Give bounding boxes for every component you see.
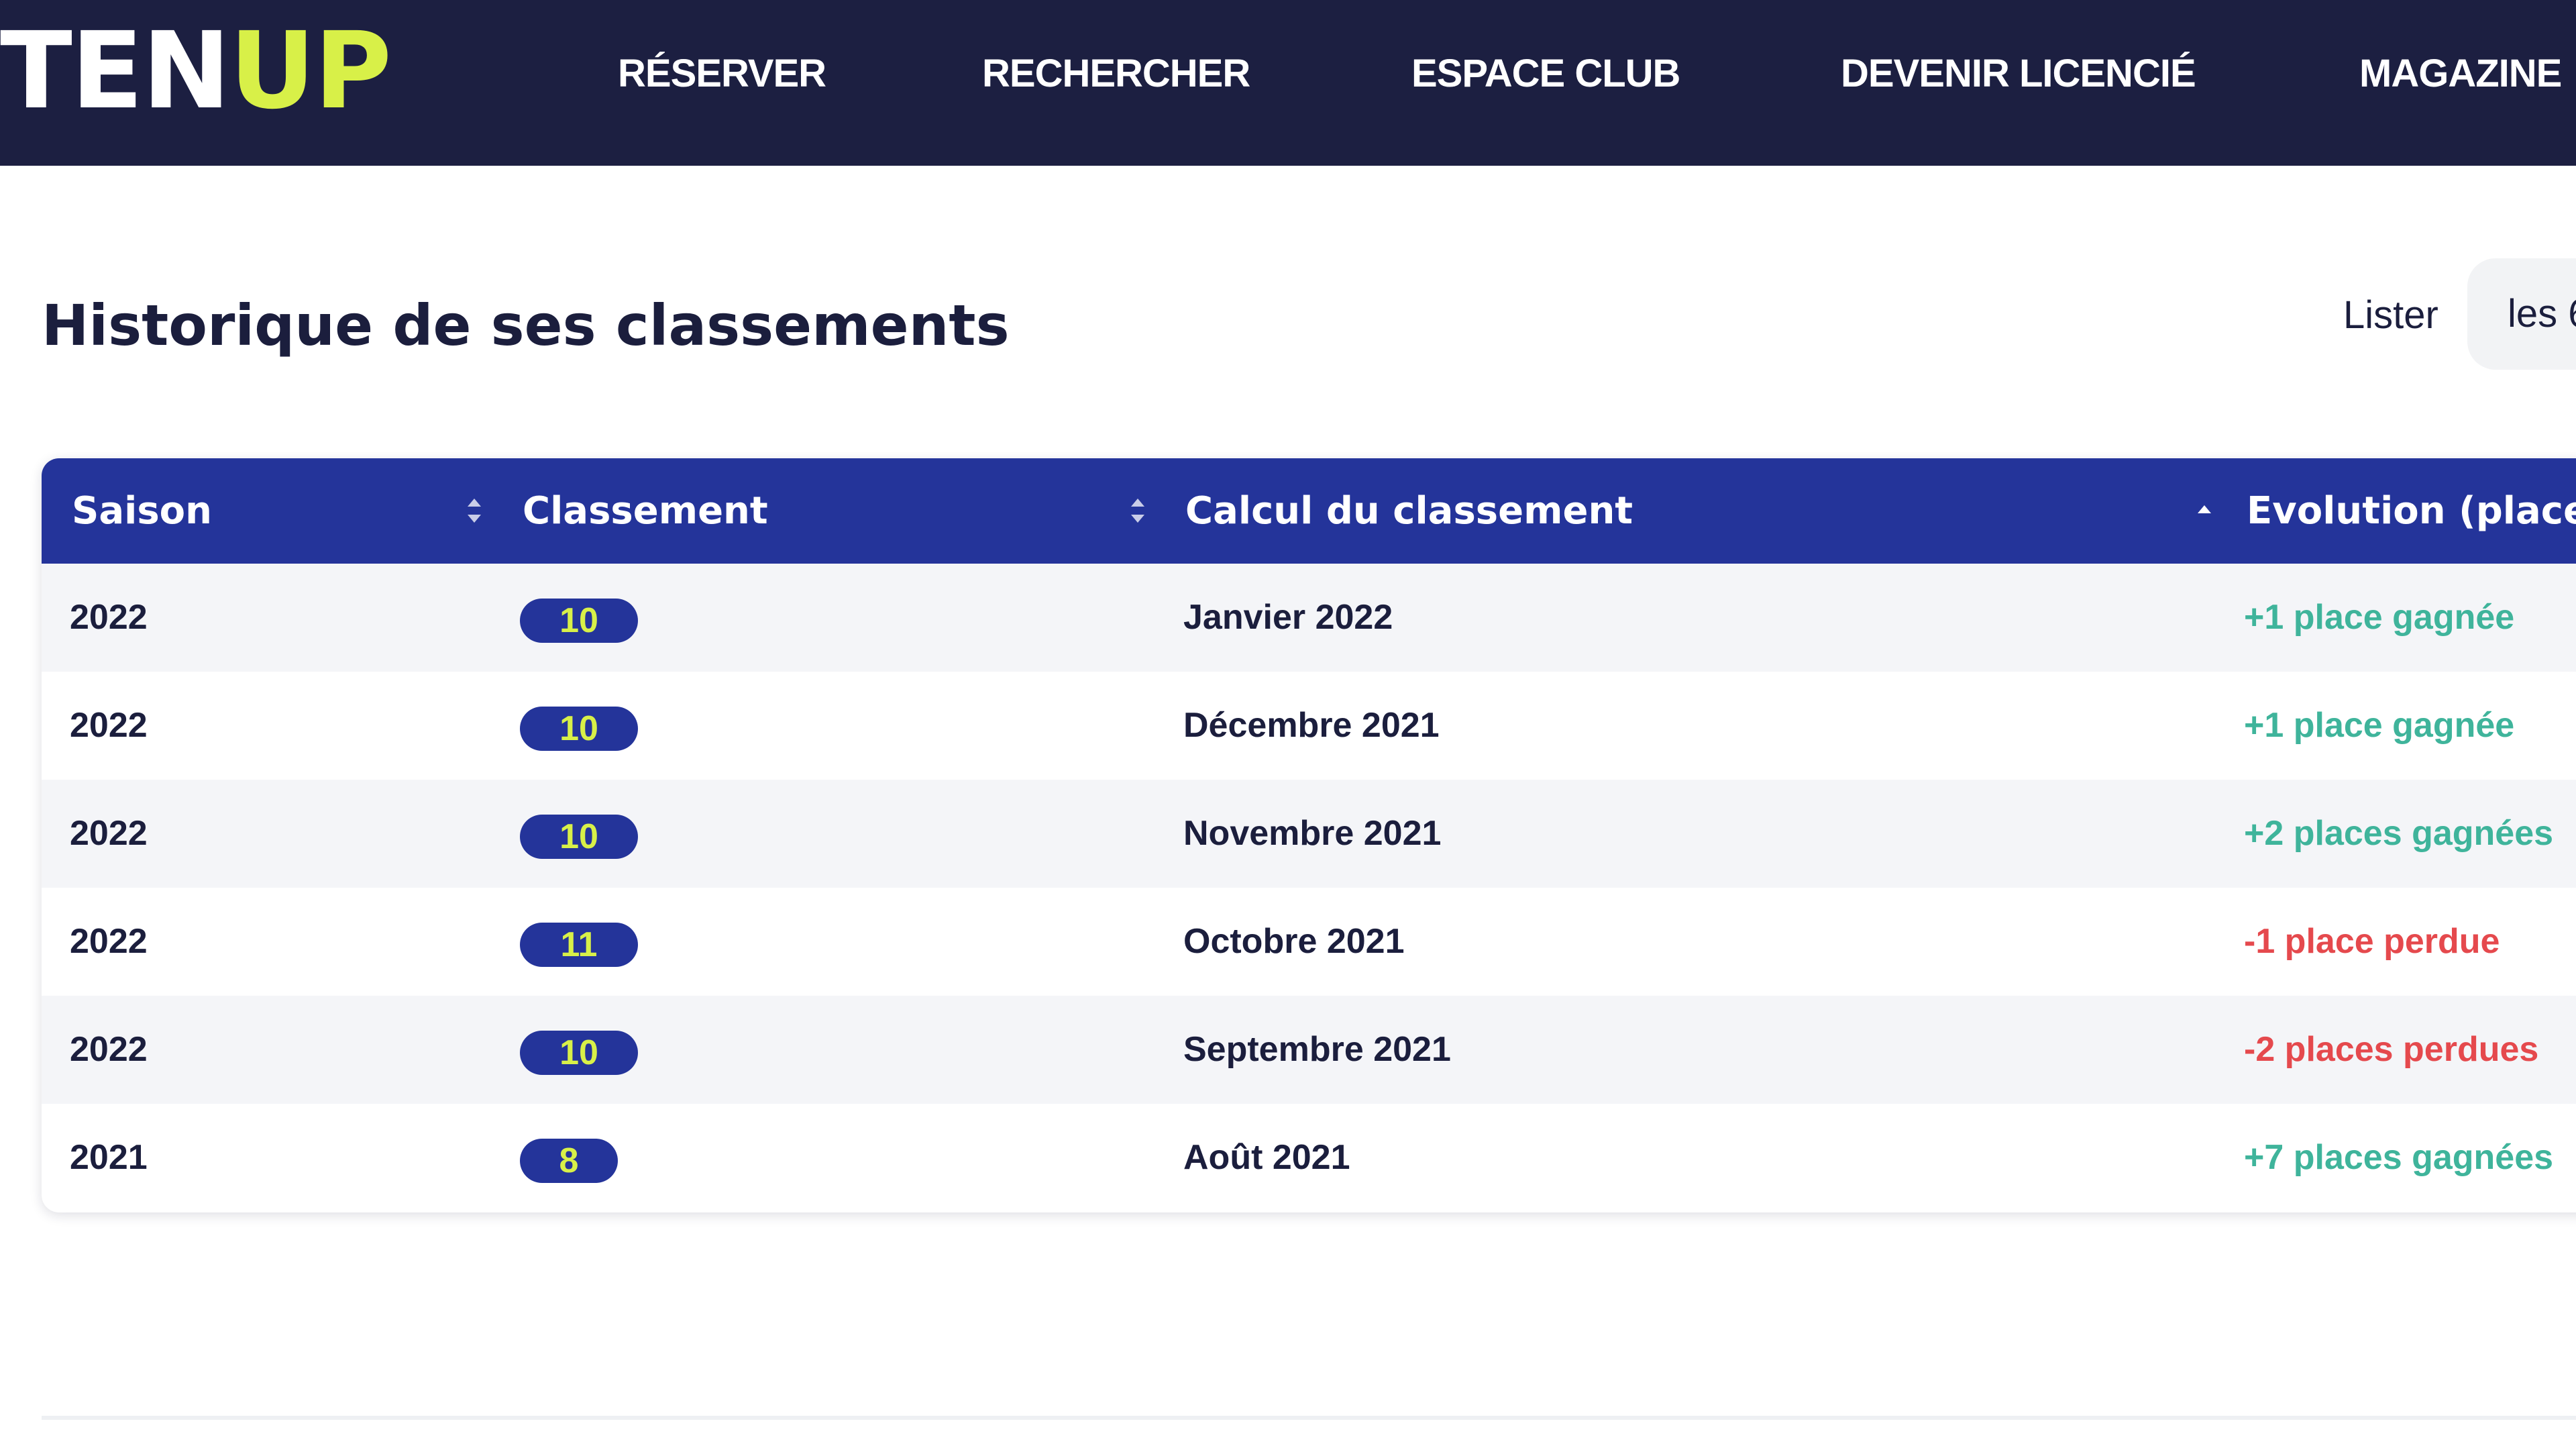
logo-text-up: UP xyxy=(229,9,392,133)
cell-calcul: Janvier 2022 xyxy=(1183,598,1393,637)
ranking-badge: 10 xyxy=(520,815,638,859)
cell-calcul: Août 2021 xyxy=(1183,1138,1350,1177)
cell-saison: 2022 xyxy=(70,814,148,853)
top-navigation-bar: TENUP RÉSERVER RECHERCHER ESPACE CLUB DE… xyxy=(0,0,2576,166)
section-title: Historique de ses classements xyxy=(42,293,1010,358)
sortable-icon[interactable] xyxy=(461,458,488,564)
ranking-badge: 10 xyxy=(520,599,638,643)
cell-saison: 2022 xyxy=(70,922,148,961)
cell-saison: 2021 xyxy=(70,1138,148,1177)
sorted-ascending-icon[interactable] xyxy=(2191,458,2218,564)
lister-count-select[interactable]: les 6 xyxy=(2467,258,2576,370)
column-header-saison[interactable]: Saison xyxy=(72,458,212,564)
cell-saison: 2022 xyxy=(70,598,148,637)
nav-item-magazine[interactable]: MAGAZINE xyxy=(2359,47,2562,101)
cell-evolution: -1 place perdue xyxy=(2244,922,2500,961)
nav-item-rechercher[interactable]: RECHERCHER xyxy=(982,47,1250,101)
table-row: 2022 11 Octobre 2021 -1 place perdue xyxy=(42,888,2576,996)
sortable-icon[interactable] xyxy=(1124,458,1151,564)
cell-evolution: +7 places gagnées xyxy=(2244,1138,2554,1177)
cell-evolution: +1 place gagnée xyxy=(2244,706,2515,745)
table-header: Saison Classement Calcul du classement E… xyxy=(42,458,2576,564)
ranking-badge: 11 xyxy=(520,923,638,967)
table-row: 2021 8 Août 2021 +7 places gagnées xyxy=(42,1104,2576,1212)
cell-saison: 2022 xyxy=(70,706,148,745)
table-row: 2022 10 Novembre 2021 +2 places gagnées xyxy=(42,780,2576,888)
column-header-evolution[interactable]: Evolution (places) xyxy=(2247,458,2576,564)
table-row: 2022 10 Septembre 2021 -2 places perdues xyxy=(42,996,2576,1104)
nav-item-espace-club[interactable]: ESPACE CLUB xyxy=(1411,47,1680,101)
cell-saison: 2022 xyxy=(70,1030,148,1069)
logo-text-ten: TEN xyxy=(0,9,231,133)
ranking-history-table: Saison Classement Calcul du classement E… xyxy=(42,458,2576,1212)
table-row: 2022 10 Décembre 2021 +1 place gagnée xyxy=(42,672,2576,780)
ranking-badge: 8 xyxy=(520,1139,618,1183)
cell-calcul: Novembre 2021 xyxy=(1183,814,1442,853)
column-header-calcul[interactable]: Calcul du classement xyxy=(1185,458,1633,564)
lister-label: Lister xyxy=(2343,293,2438,337)
nav-item-reserver[interactable]: RÉSERVER xyxy=(618,47,826,101)
ranking-badge: 10 xyxy=(520,707,638,751)
ranking-badge: 10 xyxy=(520,1031,638,1075)
cell-calcul: Septembre 2021 xyxy=(1183,1030,1451,1069)
cell-evolution: +2 places gagnées xyxy=(2244,814,2554,853)
table-row: 2022 10 Janvier 2022 +1 place gagnée xyxy=(42,564,2576,672)
section-divider xyxy=(42,1416,2576,1420)
tenup-logo[interactable]: TENUP xyxy=(0,17,392,125)
cell-evolution: -2 places perdues xyxy=(2244,1030,2539,1069)
cell-calcul: Décembre 2021 xyxy=(1183,706,1440,745)
nav-item-devenir-licencie[interactable]: DEVENIR LICENCIÉ xyxy=(1841,47,2196,101)
cell-evolution: +1 place gagnée xyxy=(2244,598,2515,637)
column-header-classement[interactable]: Classement xyxy=(523,458,768,564)
cell-calcul: Octobre 2021 xyxy=(1183,922,1405,961)
